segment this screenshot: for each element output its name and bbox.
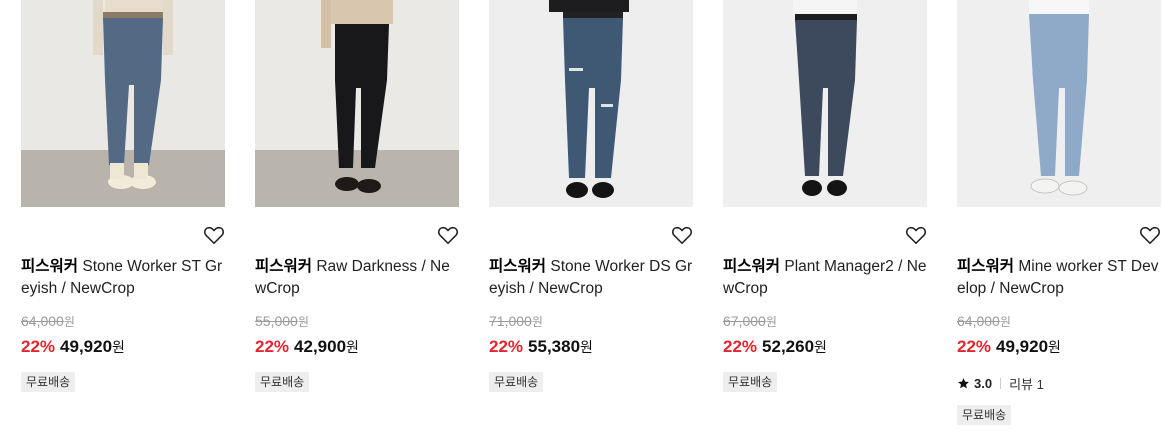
product-title[interactable]: 피스워커 Raw Darkness / NewCrop bbox=[255, 256, 459, 300]
jeans-photo bbox=[957, 0, 1161, 207]
product-brand: 피스워커 bbox=[255, 258, 313, 275]
sale-price-unit: 원 bbox=[112, 339, 125, 355]
sale-price: 22% 49,920원 bbox=[21, 337, 125, 357]
original-price-value: 55,000 bbox=[255, 313, 298, 329]
product-title[interactable]: 피스워커 Stone Worker DS Greyish / NewCrop bbox=[489, 256, 693, 300]
wishlist-heart-icon[interactable] bbox=[437, 224, 459, 246]
sale-price-unit: 원 bbox=[346, 339, 359, 355]
product-card[interactable]: 피스워커 Raw Darkness / NewCrop 55,000원 22% 4… bbox=[255, 0, 459, 392]
divider bbox=[1000, 378, 1002, 389]
original-price-unit: 원 bbox=[765, 315, 777, 329]
original-price: 64,000원 bbox=[957, 313, 1011, 330]
product-image[interactable] bbox=[255, 0, 459, 207]
free-shipping-badge: 무료배송 bbox=[255, 372, 310, 392]
review-count[interactable]: 리뷰 1 bbox=[1009, 374, 1044, 393]
sale-price: 22% 49,920원 bbox=[957, 337, 1061, 357]
jeans-photo bbox=[723, 0, 927, 207]
star-icon bbox=[958, 378, 969, 389]
original-price: 71,000원 bbox=[489, 313, 543, 330]
free-shipping-badge: 무료배송 bbox=[21, 372, 76, 392]
sale-price-unit: 원 bbox=[814, 339, 827, 355]
sale-price: 22% 55,380원 bbox=[489, 337, 593, 357]
product-card[interactable]: 피스워커 Mine worker ST Develop / NewCrop 64… bbox=[957, 0, 1161, 425]
rating-score: 3.0 bbox=[974, 376, 993, 391]
jeans-photo bbox=[21, 0, 225, 207]
original-price-unit: 원 bbox=[531, 315, 543, 329]
original-price-value: 64,000 bbox=[21, 313, 64, 329]
original-price: 55,000원 bbox=[255, 313, 309, 330]
product-image[interactable] bbox=[723, 0, 927, 207]
sale-price-value: 49,920 bbox=[996, 337, 1049, 356]
original-price: 67,000원 bbox=[723, 313, 777, 330]
product-brand: 피스워커 bbox=[489, 258, 547, 275]
original-price-unit: 원 bbox=[63, 315, 75, 329]
sale-price-unit: 원 bbox=[580, 339, 593, 355]
product-image[interactable] bbox=[489, 0, 693, 207]
product-title[interactable]: 피스워커 Mine worker ST Develop / NewCrop bbox=[957, 256, 1161, 300]
product-card[interactable]: 피스워커 Stone Worker ST Greyish / NewCrop 6… bbox=[21, 0, 225, 392]
original-price-value: 71,000 bbox=[489, 313, 532, 329]
free-shipping-badge: 무료배송 bbox=[957, 405, 1012, 425]
product-card[interactable]: 피스워커 Plant Manager2 / NewCrop 67,000원 22… bbox=[723, 0, 927, 392]
sale-price: 22% 42,900원 bbox=[255, 337, 359, 357]
sale-price-value: 49,920 bbox=[60, 337, 113, 356]
sale-price: 22% 52,260원 bbox=[723, 337, 827, 357]
rating-summary: 3.0 리뷰 1 bbox=[957, 374, 1044, 393]
wishlist-heart-icon[interactable] bbox=[1139, 224, 1161, 246]
sale-price-unit: 원 bbox=[1048, 339, 1061, 355]
product-brand: 피스워커 bbox=[723, 258, 781, 275]
jeans-photo bbox=[489, 0, 693, 207]
free-shipping-badge: 무료배송 bbox=[489, 372, 544, 392]
discount-rate: 22% bbox=[957, 337, 992, 356]
jeans-photo bbox=[255, 0, 459, 207]
discount-rate: 22% bbox=[21, 337, 56, 356]
product-brand: 피스워커 bbox=[957, 258, 1015, 275]
sale-price-value: 42,900 bbox=[294, 337, 347, 356]
sale-price-value: 52,260 bbox=[762, 337, 815, 356]
original-price-value: 64,000 bbox=[957, 313, 1000, 329]
wishlist-heart-icon[interactable] bbox=[671, 224, 693, 246]
product-title[interactable]: 피스워커 Plant Manager2 / NewCrop bbox=[723, 256, 927, 300]
product-brand: 피스워커 bbox=[21, 258, 79, 275]
discount-rate: 22% bbox=[489, 337, 524, 356]
original-price: 64,000원 bbox=[21, 313, 75, 330]
discount-rate: 22% bbox=[255, 337, 290, 356]
product-image[interactable] bbox=[21, 0, 225, 207]
product-title[interactable]: 피스워커 Stone Worker ST Greyish / NewCrop bbox=[21, 256, 225, 300]
product-card[interactable]: 피스워커 Stone Worker DS Greyish / NewCrop 7… bbox=[489, 0, 693, 392]
wishlist-heart-icon[interactable] bbox=[905, 224, 927, 246]
discount-rate: 22% bbox=[723, 337, 758, 356]
original-price-unit: 원 bbox=[297, 315, 309, 329]
wishlist-heart-icon[interactable] bbox=[203, 224, 225, 246]
free-shipping-badge: 무료배송 bbox=[723, 372, 778, 392]
original-price-unit: 원 bbox=[999, 315, 1011, 329]
original-price-value: 67,000 bbox=[723, 313, 766, 329]
product-image[interactable] bbox=[957, 0, 1161, 207]
sale-price-value: 55,380 bbox=[528, 337, 581, 356]
